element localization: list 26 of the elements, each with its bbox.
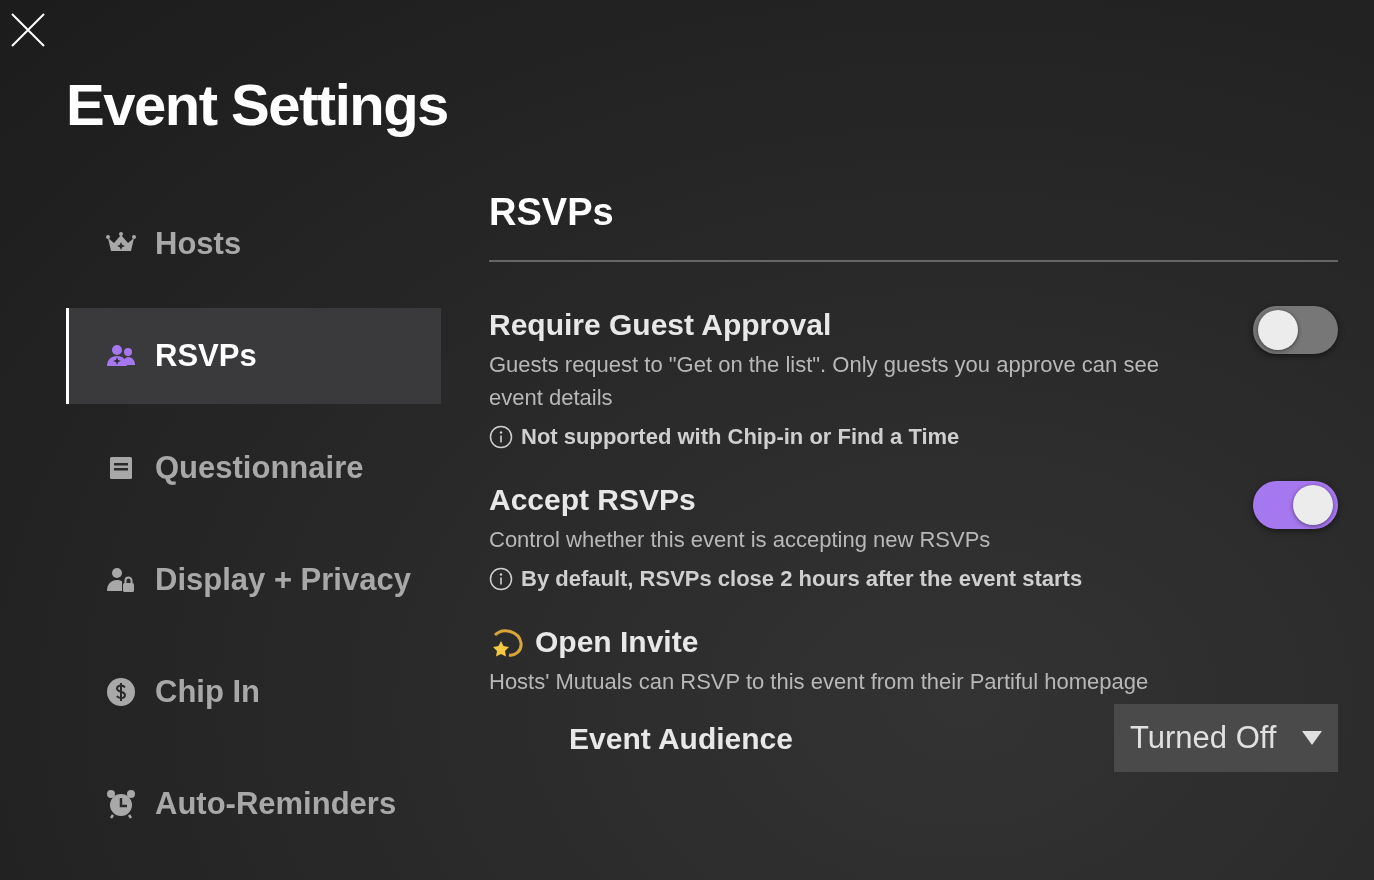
setting-note: By default, RSVPs close 2 hours after the event starts (521, 565, 1083, 593)
sidebar-item[interactable]: Display + Privacy (66, 532, 441, 628)
dollar-icon (105, 676, 137, 708)
sidebar-item[interactable]: Hosts (66, 196, 441, 292)
info-icon (489, 424, 513, 449)
setting-title: Accept RSVPs (489, 482, 696, 518)
audience-dropdown[interactable]: Turned Off (1114, 704, 1338, 772)
sidebar-item[interactable]: Auto-Reminders (66, 756, 441, 852)
field-label: Event Audience (569, 720, 793, 757)
sidebar-item[interactable]: Questionnaire (66, 420, 441, 516)
toggle-switch[interactable] (1253, 306, 1338, 354)
sidebar-item[interactable]: Chip In (66, 644, 441, 740)
section-title: RSVPs (489, 190, 614, 235)
setting-title: Open Invite (535, 624, 699, 660)
setting-description: Guests request to "Get on the list". Only guests you approve can see event details (489, 351, 1160, 412)
caret-icon (1302, 731, 1322, 745)
close-icon[interactable] (10, 12, 46, 48)
setting-note: Not supported with Chip-in or Find a Time (521, 423, 960, 451)
page-title: Event Settings (66, 71, 448, 139)
sidebar-item[interactable]: RSVPs (66, 308, 441, 404)
info-icon (489, 566, 513, 591)
setting-description: Control whether this event is accepting new RSVPs (489, 526, 992, 554)
toggle-switch[interactable] (1253, 481, 1338, 529)
alarm-clock-icon (105, 788, 137, 820)
setting-title: Require Guest Approval (489, 307, 832, 343)
setting-description: Hosts' Mutuals can RSVP to this event from their Partiful homepage (489, 668, 1150, 696)
